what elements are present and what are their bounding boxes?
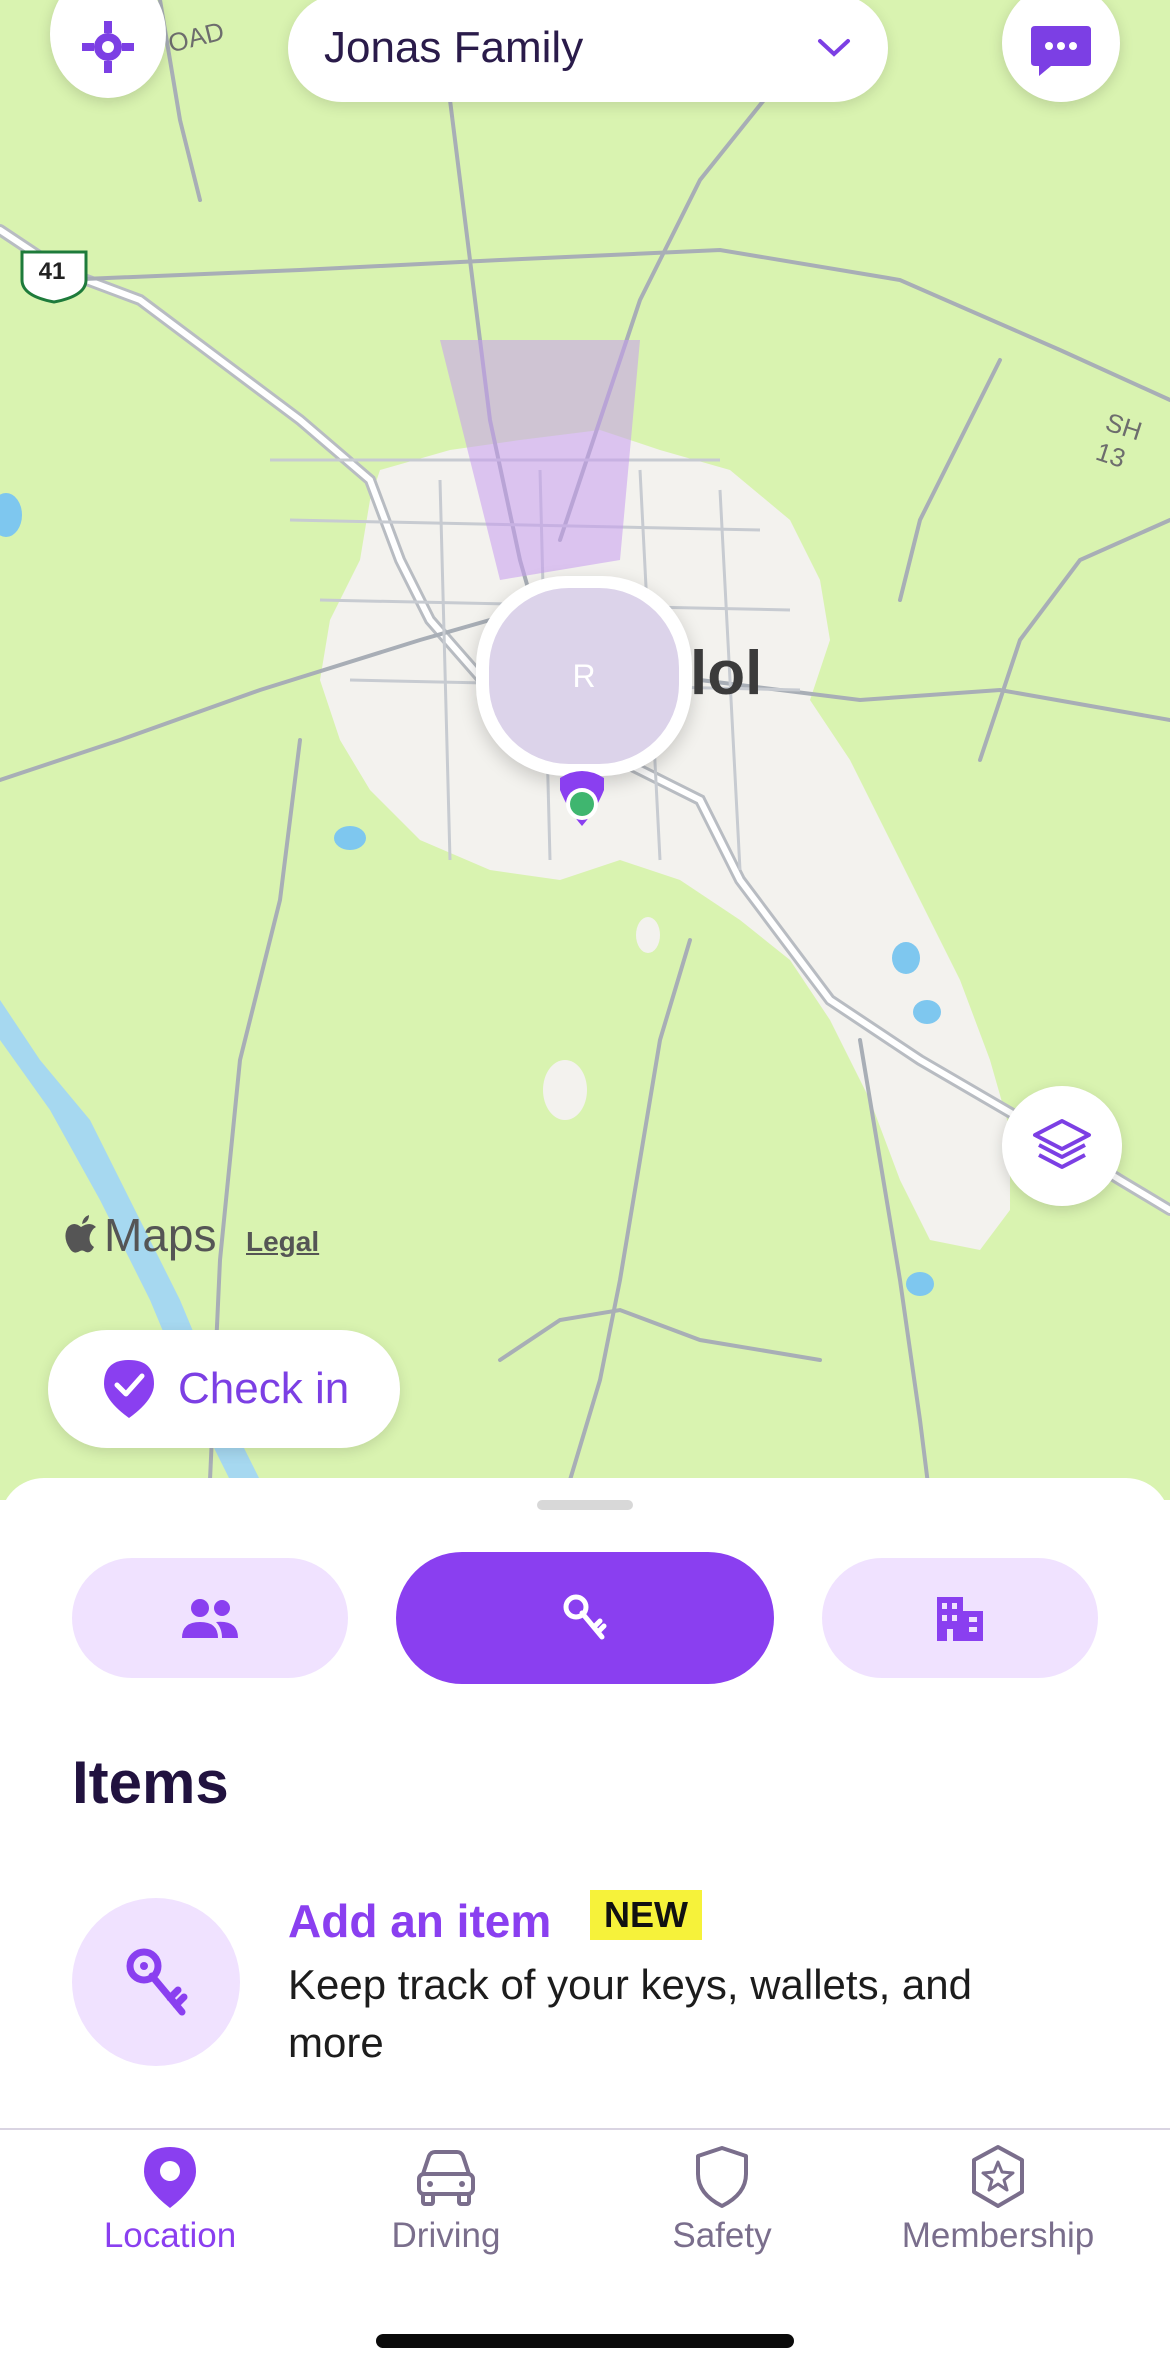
- segment-people[interactable]: [72, 1558, 348, 1678]
- chevron-down-icon: [818, 39, 850, 57]
- car-icon: [417, 2150, 475, 2206]
- location-pin-icon: [144, 2147, 196, 2208]
- people-icon: [182, 1599, 238, 1638]
- tab-membership[interactable]: Membership: [868, 2144, 1128, 2256]
- tab-membership-label: Membership: [901, 2216, 1095, 2255]
- maps-attribution-text: Maps: [104, 1209, 217, 1261]
- add-item-title[interactable]: Add an item: [288, 1894, 551, 1948]
- legal-link[interactable]: Legal: [246, 1226, 319, 1258]
- circle-switcher[interactable]: Jonas Family: [288, 0, 888, 102]
- add-item-description: Keep track of your keys, wallets, and mo…: [288, 1961, 972, 2066]
- chat-icon: [1031, 26, 1091, 76]
- town-label: lol: [690, 639, 763, 708]
- tab-driving[interactable]: Driving: [316, 2144, 576, 2256]
- tab-safety[interactable]: Safety: [592, 2144, 852, 2256]
- tab-location[interactable]: Location: [40, 2144, 300, 2256]
- check-pin-icon: [104, 1360, 154, 1418]
- map-layers-button[interactable]: [1002, 1086, 1122, 1206]
- add-item-icon-circle[interactable]: [72, 1898, 240, 2066]
- location-pin-icon: [560, 771, 604, 826]
- gear-icon: [82, 21, 134, 73]
- tab-safety-label: Safety: [672, 2216, 772, 2255]
- check-in-button[interactable]: Check in: [48, 1330, 400, 1448]
- bottom-sheet: Items Add an item NEW Keep track of your…: [0, 1478, 1170, 2128]
- new-badge: NEW: [590, 1890, 702, 1940]
- avatar-initial: R: [489, 588, 679, 764]
- member-avatar-pin[interactable]: R: [476, 576, 692, 776]
- check-in-label: Check in: [178, 1364, 350, 1413]
- segment-places[interactable]: [822, 1558, 1098, 1678]
- star-badge-icon: [972, 2145, 1024, 2208]
- section-title: Items: [72, 1749, 229, 1816]
- circle-name: Jonas Family: [324, 23, 584, 72]
- layers-icon: [1033, 1119, 1091, 1169]
- shield-icon: [696, 2146, 748, 2208]
- keys-icon: [126, 1948, 188, 2016]
- map-view[interactable]: 41 OAD SH 13 R lol Jonas Family Maps Leg…: [0, 0, 1170, 1500]
- sheet-grabber[interactable]: [537, 1500, 633, 1510]
- keys-icon: [563, 1594, 607, 1640]
- buildings-icon: [937, 1597, 983, 1641]
- maps-attribution: Maps: [64, 1208, 216, 1262]
- home-indicator[interactable]: [376, 2334, 794, 2348]
- segment-items[interactable]: [396, 1552, 774, 1684]
- apple-logo-icon: [65, 1215, 96, 1253]
- tab-driving-label: Driving: [391, 2216, 501, 2255]
- highway-shield-label: 41: [38, 258, 66, 285]
- tab-location-label: Location: [103, 2216, 237, 2255]
